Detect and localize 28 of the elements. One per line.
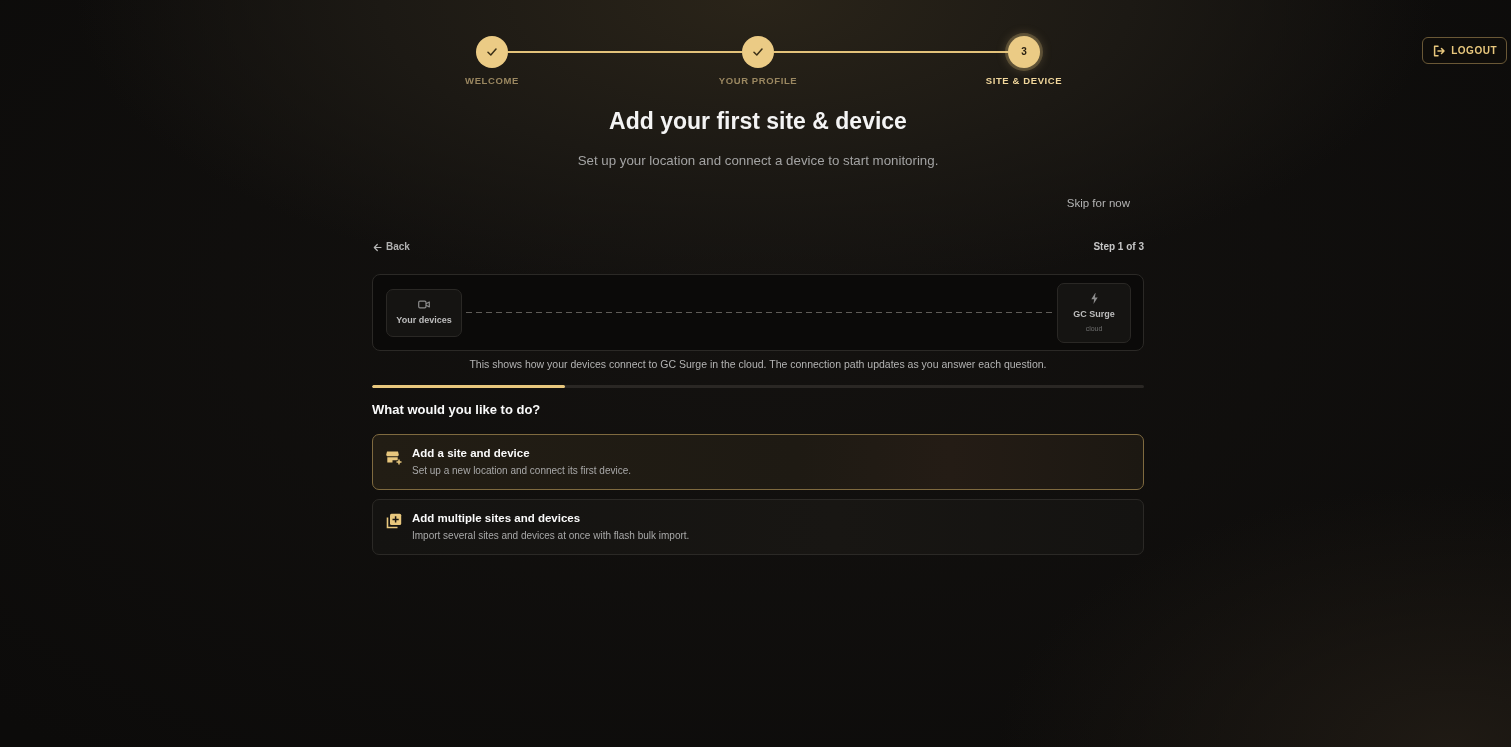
check-icon xyxy=(753,48,763,56)
step-label: YOUR PROFILE xyxy=(718,75,798,87)
lightning-icon xyxy=(1090,292,1098,304)
check-icon xyxy=(487,48,497,56)
question-heading: What would you like to do? xyxy=(372,401,542,419)
option-description: Set up a new location and connect its first device. xyxy=(412,464,631,477)
step-label: SITE & DEVICE xyxy=(985,75,1063,87)
stacked-squares-plus-icon xyxy=(386,513,402,529)
video-camera-icon xyxy=(418,299,430,309)
step-counter: Step 1 of 3 xyxy=(1093,240,1144,254)
logout-button[interactable]: LOGOUT xyxy=(1422,37,1507,64)
option-description: Import several sites and devices at once with flash bulk import. xyxy=(412,529,690,542)
option-card[interactable]: Add a site and device Set up a new location and connect its first device. xyxy=(372,434,1144,490)
step-number: 3 xyxy=(1021,46,1027,58)
node-label: GC Surge xyxy=(1073,308,1115,320)
logout-icon xyxy=(1433,44,1446,57)
page-subtitle: Set up your location and connect a device to start monitoring. xyxy=(576,152,940,170)
storefront-plus-icon xyxy=(386,451,402,465)
page-title: Add your first site & device xyxy=(608,107,908,136)
option-title: Add multiple sites and devices xyxy=(412,511,582,525)
option-title: Add a site and device xyxy=(412,446,531,460)
node-label: Your devices xyxy=(396,314,452,326)
option-card[interactable]: Add multiple sites and devices Import several sites and devices at once with flash bulk import. xyxy=(372,499,1144,555)
back-arrow-icon xyxy=(373,242,382,252)
skip-link[interactable]: Skip for now xyxy=(1066,195,1130,211)
diagram-caption: This shows how your devices connect to GC Surge in the cloud. The connection path updates as you answer each question. xyxy=(468,358,1048,371)
back-button[interactable]: Back xyxy=(372,240,410,254)
step-label: WELCOME xyxy=(465,75,519,87)
